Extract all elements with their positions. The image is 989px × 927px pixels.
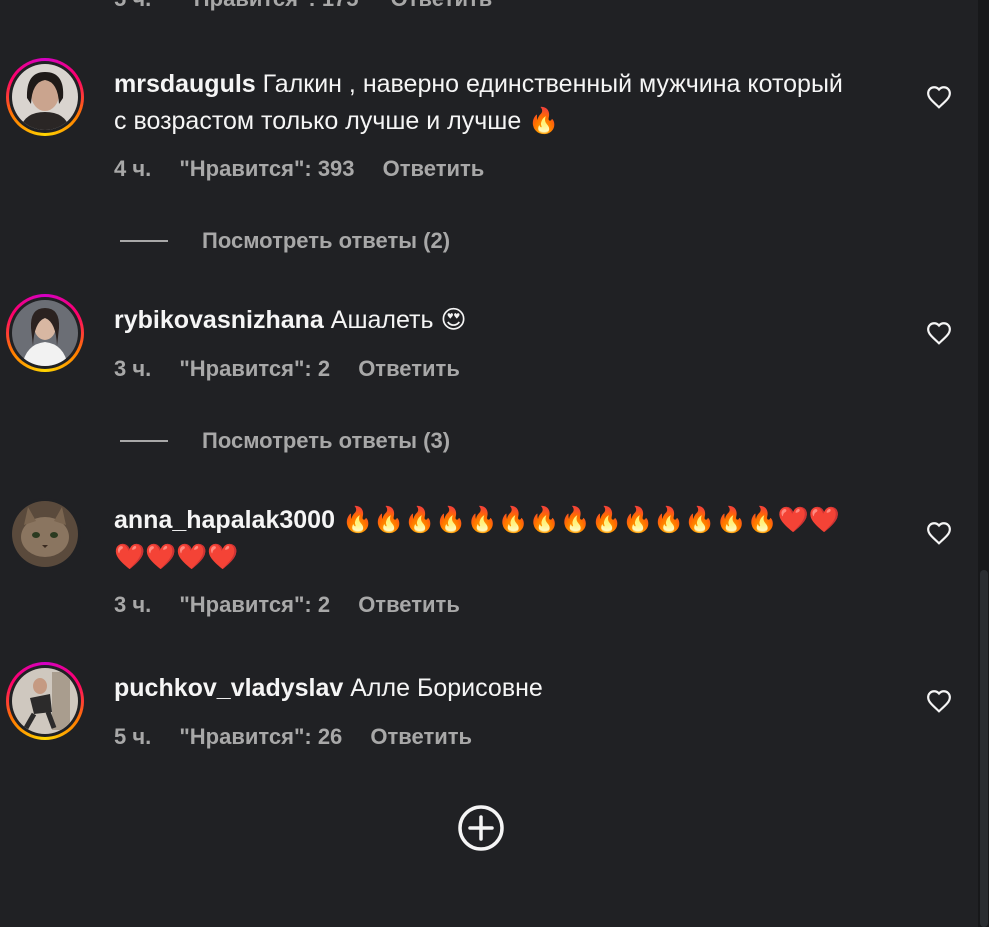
load-more-comments-button[interactable] xyxy=(457,804,505,852)
comment-body: puchkov_vladyslav Алле Борисовне xyxy=(114,670,854,707)
view-replies-button[interactable]: Посмотреть ответы (3) xyxy=(120,426,450,456)
avatar-story-ring[interactable] xyxy=(6,662,84,740)
comment-body: anna_hapalak3000 🔥🔥🔥🔥🔥🔥🔥🔥🔥🔥🔥🔥🔥🔥❤️❤️❤️❤️❤… xyxy=(114,502,854,576)
comment-meta: 3 ч. "Нравится": 2 Ответить xyxy=(114,356,482,382)
like-heart-icon[interactable] xyxy=(924,318,954,348)
plus-circle-icon xyxy=(458,805,504,851)
comment-text: Ашалеть 😍 xyxy=(330,306,467,334)
reply-button[interactable]: Ответить xyxy=(370,724,472,749)
comment-likes[interactable]: "Нравится": 2 xyxy=(179,356,330,381)
reply-button[interactable]: Ответить xyxy=(383,156,485,181)
comment-time: 3 ч. xyxy=(114,356,152,381)
comment-text: Алле Борисовне xyxy=(350,674,543,702)
avatar-story-ring[interactable] xyxy=(6,58,84,136)
like-heart-icon[interactable] xyxy=(924,518,954,548)
comments-panel: 5 ч. "Нравится": 175 Ответить mrsdauguls… xyxy=(0,0,989,927)
replies-divider xyxy=(120,240,168,242)
avatar-story-ring[interactable] xyxy=(6,495,84,573)
comment-time: 4 ч. xyxy=(114,156,152,181)
comment-username[interactable]: puchkov_vladyslav xyxy=(114,674,343,702)
comment-username[interactable]: anna_hapalak3000 xyxy=(114,506,335,534)
avatar xyxy=(12,64,78,130)
comment-body: mrsdauguls Галкин , наверно единственный… xyxy=(114,66,854,140)
comment-time: 5 ч. xyxy=(114,0,151,11)
comment-likes[interactable]: "Нравится": 175 xyxy=(183,0,358,11)
replies-divider xyxy=(120,440,168,442)
avatar xyxy=(12,668,78,734)
avatar-story-ring[interactable] xyxy=(6,294,84,372)
comment-meta: 4 ч. "Нравится": 393 Ответить xyxy=(114,156,506,182)
comment-meta: 3 ч. "Нравится": 2 Ответить xyxy=(114,592,482,618)
reply-button[interactable]: Ответить xyxy=(391,0,493,11)
comment-username[interactable]: rybikovasnizhana xyxy=(114,306,324,334)
comment-username[interactable]: mrsdauguls xyxy=(114,70,256,98)
avatar xyxy=(12,300,78,366)
previous-comment-meta: 5 ч. "Нравится": 175 Ответить xyxy=(114,0,518,12)
reply-button[interactable]: Ответить xyxy=(358,356,460,381)
reply-button[interactable]: Ответить xyxy=(358,592,460,617)
avatar xyxy=(12,501,78,567)
comment-time: 3 ч. xyxy=(114,592,152,617)
view-replies-label: Посмотреть ответы (3) xyxy=(202,428,451,453)
comment-likes[interactable]: "Нравится": 393 xyxy=(179,156,354,181)
view-replies-label: Посмотреть ответы (2) xyxy=(202,228,451,253)
comment-meta: 5 ч. "Нравится": 26 Ответить xyxy=(114,724,494,750)
comment-time: 5 ч. xyxy=(114,724,152,749)
like-heart-icon[interactable] xyxy=(924,686,954,716)
comment-body: rybikovasnizhana Ашалеть 😍 xyxy=(114,302,854,339)
view-replies-button[interactable]: Посмотреть ответы (2) xyxy=(120,226,450,256)
like-heart-icon[interactable] xyxy=(924,82,954,112)
scrollbar-thumb[interactable] xyxy=(980,570,988,927)
comment-likes[interactable]: "Нравится": 26 xyxy=(179,724,342,749)
comment-likes[interactable]: "Нравится": 2 xyxy=(179,592,330,617)
